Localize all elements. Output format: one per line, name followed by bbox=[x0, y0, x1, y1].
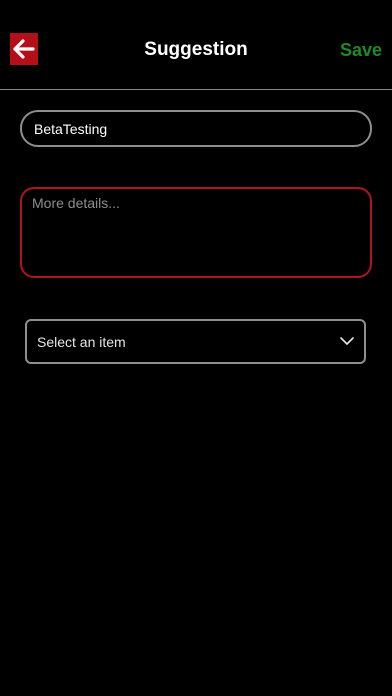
subject-input[interactable]: BetaTesting bbox=[20, 110, 372, 147]
navigation-header: Suggestion Save bbox=[0, 0, 392, 90]
item-select-value: Select an item bbox=[37, 333, 126, 350]
page-title: Suggestion bbox=[144, 39, 248, 60]
details-placeholder: More details... bbox=[32, 195, 120, 211]
details-textarea[interactable]: More details... bbox=[20, 187, 372, 278]
save-button[interactable]: Save bbox=[340, 39, 382, 61]
chevron-down-icon bbox=[340, 337, 354, 346]
subject-input-value: BetaTesting bbox=[34, 120, 108, 137]
item-select[interactable]: Select an item bbox=[25, 319, 366, 364]
